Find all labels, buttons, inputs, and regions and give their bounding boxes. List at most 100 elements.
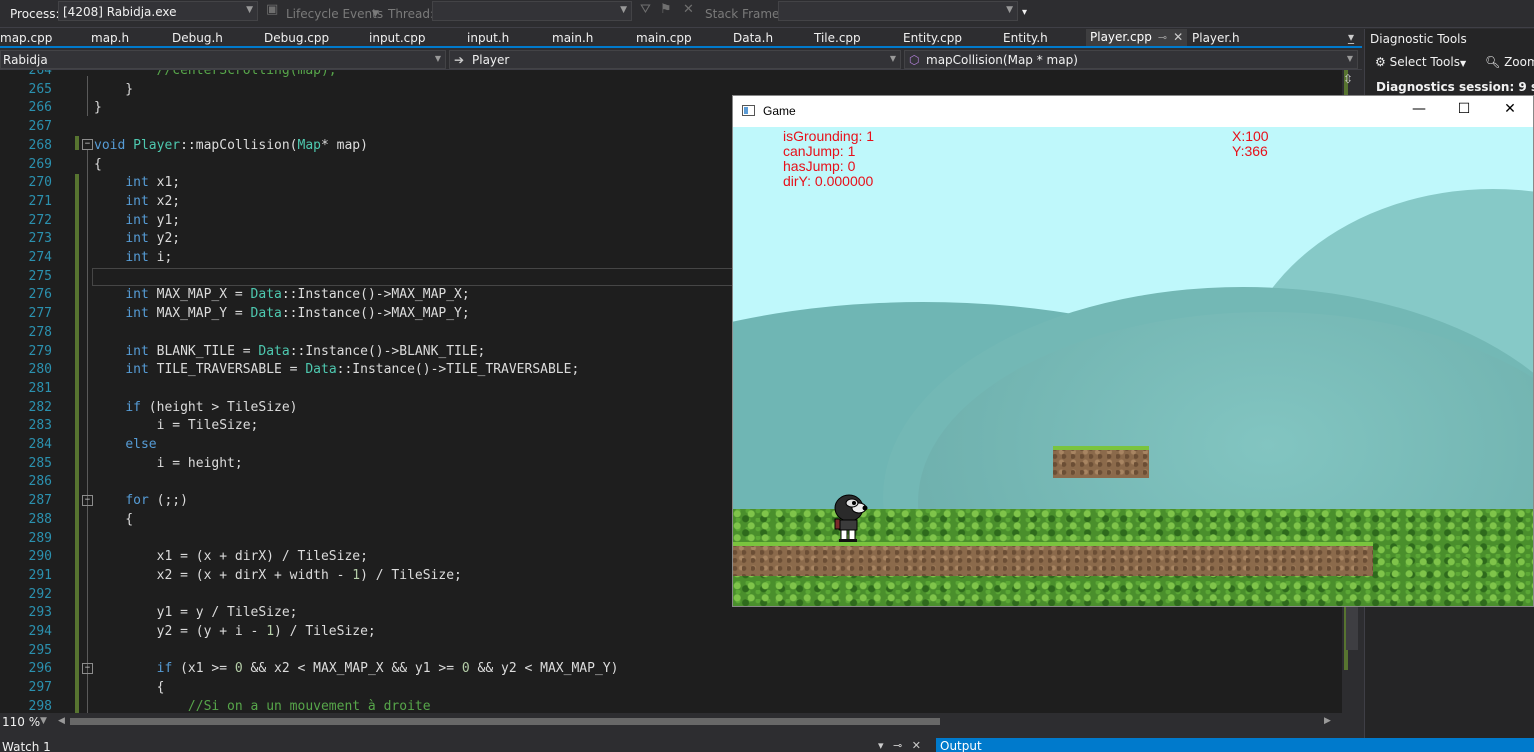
- chevron-down-icon: ▼: [1006, 5, 1013, 15]
- magnifier-icon: 🔍︎: [1485, 55, 1501, 69]
- minimize-button[interactable]: —: [1409, 101, 1429, 117]
- editor-horizontal-scrollbar[interactable]: ◀ ▶: [58, 716, 1338, 727]
- process-value: [4208] Rabidja.exe: [63, 5, 177, 19]
- pin-icon[interactable]: ⊸: [1158, 31, 1167, 44]
- line-number: 279: [28, 343, 52, 359]
- diagnostics-session: Diagnostics session: 9 seconds: [1376, 80, 1534, 94]
- chevron-down-icon: ▼: [1460, 59, 1467, 68]
- code-line: int y2;: [125, 231, 181, 247]
- line-number: 272: [28, 212, 52, 228]
- current-line-highlight: [92, 268, 742, 286]
- editor-status-bar: 110 % ▼ ◀ ▶: [0, 713, 1342, 730]
- code-line: int y1;: [125, 212, 181, 228]
- scrollbar-thumb[interactable]: [70, 718, 940, 725]
- process-select[interactable]: [4208] Rabidja.exe ▼: [58, 1, 258, 21]
- code-line: i = TileSize;: [94, 418, 259, 434]
- line-number: 298: [28, 698, 52, 713]
- scroll-right-icon[interactable]: ▶: [1324, 716, 1331, 726]
- watch-panel-title[interactable]: Watch 1: [2, 740, 51, 752]
- line-number: 286: [28, 474, 52, 490]
- gear-icon: ⚙: [1375, 55, 1386, 69]
- scope-value: Player: [472, 53, 510, 67]
- line-number: 269: [28, 156, 52, 172]
- scroll-left-icon[interactable]: ◀: [58, 716, 65, 726]
- line-number: 267: [28, 119, 52, 135]
- stack-frame-select[interactable]: ▼: [778, 1, 1018, 21]
- tab-input-h[interactable]: input.h: [467, 31, 509, 45]
- hud-has-jump: hasJump: 0: [783, 158, 856, 174]
- tab-main-h[interactable]: main.h: [552, 31, 593, 45]
- close-button[interactable]: ✕: [1500, 101, 1520, 117]
- threads-icon[interactable]: ✕: [683, 2, 694, 17]
- line-number: 289: [28, 530, 52, 546]
- diagnostic-tools-title: Diagnostic Tools: [1370, 32, 1467, 46]
- close-icon[interactable]: ✕: [1173, 30, 1183, 44]
- grass-edge: [733, 542, 1373, 546]
- code-line: x2 = (x + dirX + width - 1) / TileSize;: [94, 567, 462, 583]
- tab-debug-cpp[interactable]: Debug.cpp: [264, 31, 329, 45]
- tab-input-cpp[interactable]: input.cpp: [369, 31, 426, 45]
- panel-controls[interactable]: ▾ ⊸ ✕: [878, 739, 924, 752]
- chevron-down-icon[interactable]: ▼: [40, 716, 47, 726]
- change-marker: [75, 174, 79, 713]
- player-sprite: [834, 494, 868, 542]
- output-panel-label: Output: [940, 739, 982, 752]
- hud-dir-y: dirY: 0.000000: [783, 173, 874, 189]
- zoom-label: Zoom: [1504, 55, 1534, 69]
- output-panel-title[interactable]: Output: [936, 738, 1534, 752]
- game-titlebar[interactable]: Game — ☐ ✕: [733, 96, 1533, 127]
- line-number: 264: [28, 70, 52, 78]
- hud-y: Y:366: [1232, 143, 1268, 159]
- toolbar-overflow-icon[interactable]: ▾: [1022, 7, 1027, 18]
- line-number: 266: [28, 100, 52, 116]
- bottom-panels: Watch 1 ▾ ⊸ ✕ Output: [0, 738, 1534, 752]
- select-tools-button[interactable]: ⚙ Select Tools▼: [1375, 55, 1466, 69]
- line-number: 287: [28, 493, 52, 509]
- zoom-button[interactable]: 🔍︎ Zoom: [1485, 55, 1534, 69]
- chevron-down-icon: ▼: [620, 5, 627, 15]
- line-number: 284: [28, 437, 52, 452]
- tab-list-menu-icon[interactable]: ▾̲: [1348, 30, 1354, 44]
- line-number: 293: [28, 605, 52, 621]
- lifecycle-events-button[interactable]: Lifecycle Events: [286, 7, 383, 21]
- code-line: void Player::mapCollision(Map* map): [94, 137, 368, 153]
- collapse-icon[interactable]: −: [82, 663, 93, 674]
- filter-icon[interactable]: ⛛: [640, 2, 651, 17]
- lifecycle-icon: ▣: [266, 2, 279, 17]
- project-select[interactable]: Rabidja ▼: [0, 50, 446, 69]
- tab-debug-h[interactable]: Debug.h: [172, 31, 223, 45]
- code-line: }: [94, 81, 134, 97]
- thread-label: Thread:: [388, 7, 435, 21]
- split-editor-icon[interactable]: ⇳: [1343, 72, 1353, 86]
- tab-tile-cpp[interactable]: Tile.cpp: [814, 31, 861, 45]
- floating-platform: [1053, 446, 1149, 478]
- member-select[interactable]: ⬡ mapCollision(Map * map) ▼: [904, 50, 1358, 69]
- navigation-bar: Rabidja ▼ ➔ Player ▼ ⬡ mapCollision(Map …: [0, 49, 1362, 70]
- tab-entity-h[interactable]: Entity.h: [1003, 31, 1048, 45]
- game-window-title: Game: [763, 104, 796, 118]
- process-label: Process:: [10, 7, 60, 21]
- zoom-level[interactable]: 110 %: [2, 715, 40, 729]
- game-canvas[interactable]: isGrounding: 1 canJump: 1 hasJump: 0 dir…: [733, 127, 1533, 606]
- line-number: 280: [28, 362, 52, 378]
- tab-data-h[interactable]: Data.h: [733, 31, 773, 45]
- tab-player-h[interactable]: Player.h: [1192, 31, 1240, 45]
- flag-icon[interactable]: ⚑: [660, 2, 672, 17]
- tab-main-cpp[interactable]: main.cpp: [636, 31, 692, 45]
- thread-select[interactable]: ▼: [432, 1, 632, 21]
- collapse-icon[interactable]: −: [82, 495, 93, 506]
- code-line: for (;;): [125, 493, 188, 509]
- hud-can-jump: canJump: 1: [783, 143, 856, 159]
- scope-select[interactable]: ➔ Player ▼: [449, 50, 901, 69]
- tab-map-cpp[interactable]: map.cpp: [0, 31, 52, 45]
- tab-entity-cpp[interactable]: Entity.cpp: [903, 31, 962, 45]
- class-scope-icon: ➔: [454, 53, 465, 67]
- line-number: 275: [28, 268, 52, 284]
- line-number: 288: [28, 511, 52, 527]
- tab-player-cpp[interactable]: Player.cpp ⊸ ✕: [1086, 29, 1188, 46]
- code-line: i = height;: [94, 455, 243, 471]
- game-window[interactable]: Game — ☐ ✕ isGrounding: 1 canJump: 1 has…: [732, 95, 1534, 607]
- tab-map-h[interactable]: map.h: [91, 31, 129, 45]
- collapse-icon[interactable]: −: [82, 139, 93, 150]
- maximize-button[interactable]: ☐: [1454, 101, 1474, 117]
